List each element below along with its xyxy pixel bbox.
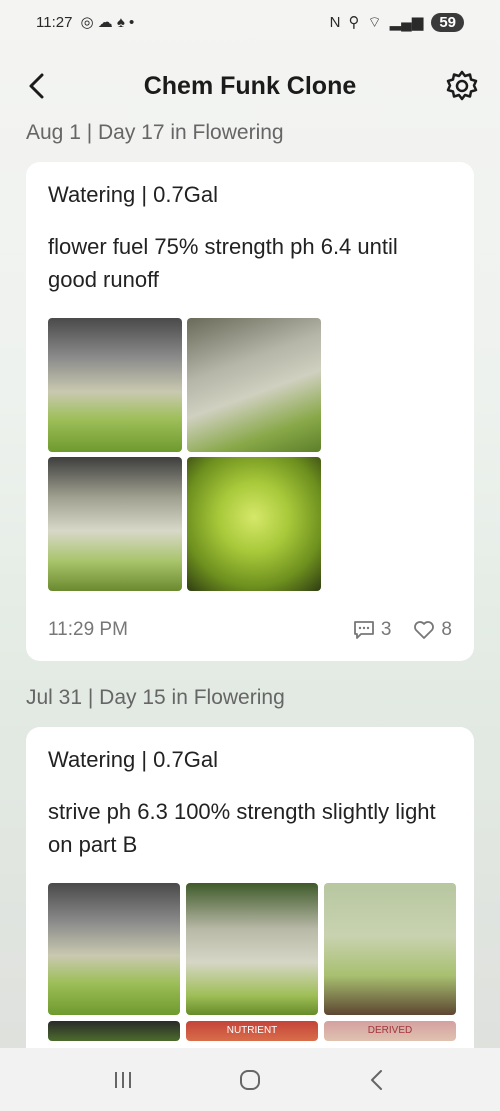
home-icon: [239, 1069, 260, 1090]
chevron-left-icon: [29, 73, 44, 99]
wifi-icon: ⌔: [367, 13, 382, 31]
entry-card[interactable]: Watering | 0.7Gal flower fuel 75% streng…: [26, 162, 474, 661]
back-button[interactable]: [22, 70, 52, 102]
heart-icon: [414, 621, 435, 639]
home-button[interactable]: [230, 1060, 270, 1100]
status-left: 11:27 ◎ ☁ ♠ •: [36, 13, 135, 32]
system-nav-bar: [0, 1048, 500, 1111]
photo-grid: NUTRIENT DERIVED: [48, 883, 456, 1041]
entry-title: Watering | 0.7Gal: [48, 182, 218, 207]
entry-photo[interactable]: [324, 883, 456, 1015]
battery-icon: 59: [431, 12, 464, 32]
recents-button[interactable]: [103, 1060, 143, 1100]
status-time: 11:27: [36, 13, 73, 31]
status-right: N ⚲ ⌔ ▂▄▆ 59: [329, 12, 464, 32]
photo-grid: [48, 318, 452, 591]
entry-card[interactable]: Watering | 0.7Gal strive ph 6.3 100% str…: [26, 727, 474, 1048]
notification-icons: ◎ ☁ ♠ •: [80, 14, 135, 31]
entry-photo[interactable]: DERIVED: [324, 1021, 456, 1041]
feed[interactable]: Aug 1 | Day 17 in Flowering Watering | 0…: [0, 118, 500, 1048]
entry-photo[interactable]: [187, 457, 321, 591]
like-button[interactable]: 8: [413, 619, 452, 641]
entry-title: Watering | 0.7Gal: [48, 747, 218, 772]
comments-button[interactable]: 3: [353, 619, 392, 641]
entry-photo[interactable]: [186, 883, 318, 1015]
entry-photo[interactable]: [48, 318, 182, 452]
comment-icon: [353, 621, 374, 639]
gear-icon: [446, 70, 478, 101]
signal-icon: ▂▄▆: [389, 14, 424, 31]
entry-text: flower fuel 75% strength ph 6.4 until go…: [48, 234, 398, 292]
entry-time: 11:29 PM: [48, 619, 128, 640]
page-title: Chem Funk Clone: [143, 71, 357, 100]
entry-text: strive ph 6.3 100% strength slightly lig…: [48, 799, 436, 857]
back-icon: [370, 1069, 382, 1090]
entry-date: Aug 1 | Day 17 in Flowering: [26, 121, 284, 144]
nfc-icon: N: [329, 13, 341, 31]
entry-stats: 3 8: [353, 619, 452, 641]
entry-photo[interactable]: [187, 318, 321, 452]
like-count: 8: [441, 619, 452, 640]
entry-photo[interactable]: NUTRIENT: [186, 1021, 318, 1041]
entry-date: Jul 31 | Day 15 in Flowering: [26, 686, 285, 709]
entry-footer: 11:29 PM 3 8: [48, 619, 452, 641]
entry-photo[interactable]: [48, 883, 180, 1015]
back-nav-button[interactable]: [357, 1060, 397, 1100]
app-header: Chem Funk Clone: [0, 60, 500, 112]
recents-icon: [115, 1071, 132, 1088]
status-bar: 11:27 ◎ ☁ ♠ • N ⚲ ⌔ ▂▄▆ 59: [0, 0, 500, 44]
comment-count: 3: [380, 619, 392, 640]
entry-photo[interactable]: [48, 457, 182, 591]
settings-button[interactable]: [444, 68, 480, 104]
location-icon: ⚲: [348, 14, 360, 31]
entry-photo[interactable]: [48, 1021, 180, 1041]
